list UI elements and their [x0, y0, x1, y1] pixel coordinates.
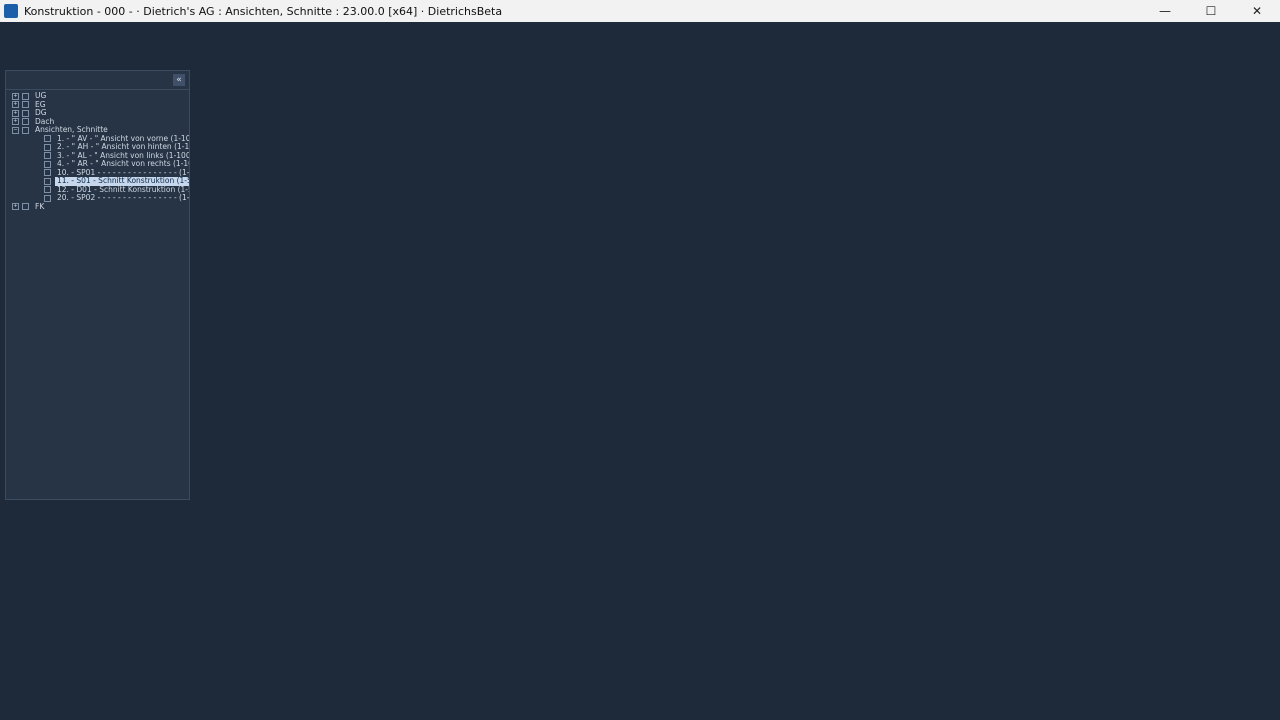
- tree-item[interactable]: − Ansichten, Schnitte: [6, 126, 189, 135]
- model-tree: + UG + EG + DG + Dach − Ansichten, Schnitte 1. - "…: [6, 90, 189, 211]
- tree-visibility-checkbox[interactable]: [22, 92, 29, 100]
- tree-expander[interactable]: +: [12, 118, 19, 126]
- tree-item[interactable]: 12. - D01 - Schnitt Konstruktion (1-50): [6, 186, 189, 195]
- tree-item-label: 10. - SP01 - - - - - - - - - - - - - - -…: [57, 168, 189, 177]
- window-title: Konstruktion - 000 - · Dietrich's AG : A…: [24, 4, 503, 18]
- tree-expander[interactable]: +: [12, 92, 19, 100]
- tree-item-label: UG: [35, 92, 47, 100]
- tree-visibility-checkbox[interactable]: [44, 135, 51, 143]
- tree-item[interactable]: 11. - S01 - Schnitt Konstruktion (1-50): [6, 177, 189, 186]
- tree-visibility-checkbox[interactable]: [22, 203, 29, 211]
- tree-item-label: 2. - " AH - " Ansicht von hinten (1-100): [57, 143, 189, 151]
- tree-item[interactable]: 3. - " AL - " Ansicht von links (1-100): [6, 152, 189, 161]
- model-tree-panel: « + UG + EG + DG + Dach − Ansichten, Schnitte 1. -…: [5, 70, 190, 500]
- tree-item-label: 12. - D01 - Schnitt Konstruktion (1-50): [57, 185, 189, 194]
- tree-item[interactable]: + EG: [6, 101, 189, 110]
- tree-expander[interactable]: +: [12, 109, 19, 117]
- tree-item-label: 1. - " AV - " Ansicht von vorne (1-100): [57, 134, 189, 143]
- tree-item[interactable]: 4. - " AR - " Ansicht von rechts (1-100): [6, 160, 189, 169]
- tree-item-label: EG: [35, 100, 46, 109]
- tree-expander[interactable]: +: [12, 101, 19, 109]
- tree-item-label: Ansichten, Schnitte: [35, 126, 108, 134]
- tree-item[interactable]: + FK: [6, 203, 189, 212]
- tree-item-label: 11. - S01 - Schnitt Konstruktion (1-50): [55, 177, 189, 186]
- tree-visibility-checkbox[interactable]: [44, 177, 51, 185]
- tree-item-label: FK: [35, 202, 45, 211]
- tree-item-label: 3. - " AL - " Ansicht von links (1-100): [57, 151, 189, 160]
- tree-item[interactable]: 10. - SP01 - - - - - - - - - - - - - - -…: [6, 169, 189, 178]
- tree-item[interactable]: + DG: [6, 109, 189, 118]
- maximize-button[interactable]: ☐: [1188, 0, 1234, 22]
- tree-item[interactable]: 20. - SP02 - - - - - - - - - - - - - - -…: [6, 194, 189, 203]
- tree-visibility-checkbox[interactable]: [44, 152, 51, 160]
- tree-visibility-checkbox[interactable]: [44, 186, 51, 194]
- tree-visibility-checkbox[interactable]: [44, 160, 51, 168]
- tree-expander[interactable]: −: [12, 126, 19, 134]
- tree-item-label: Dach: [35, 117, 55, 126]
- app-icon: [4, 4, 18, 18]
- window-titlebar: Konstruktion - 000 - · Dietrich's AG : A…: [0, 0, 1280, 22]
- collapse-panel-button[interactable]: «: [173, 74, 185, 86]
- minimize-button[interactable]: —: [1142, 0, 1188, 22]
- tree-visibility-checkbox[interactable]: [22, 109, 29, 117]
- tree-item-label: 20. - SP02 - - - - - - - - - - - - - - -…: [57, 194, 189, 202]
- panel-header: «: [6, 71, 189, 90]
- tree-item-label: DG: [35, 109, 47, 117]
- tree-visibility-checkbox[interactable]: [44, 143, 51, 151]
- tree-item[interactable]: 1. - " AV - " Ansicht von vorne (1-100): [6, 135, 189, 144]
- tree-visibility-checkbox[interactable]: [22, 118, 29, 126]
- tree-visibility-checkbox[interactable]: [22, 101, 29, 109]
- tree-item[interactable]: + Dach: [6, 118, 189, 127]
- tree-visibility-checkbox[interactable]: [22, 126, 29, 134]
- tree-visibility-checkbox[interactable]: [44, 169, 51, 177]
- close-button[interactable]: ✕: [1234, 0, 1280, 22]
- tree-item-label: 4. - " AR - " Ansicht von rechts (1-100): [57, 160, 189, 168]
- tree-item[interactable]: 2. - " AH - " Ansicht von hinten (1-100): [6, 143, 189, 152]
- tree-expander[interactable]: +: [12, 203, 19, 211]
- tree-item[interactable]: + UG: [6, 92, 189, 101]
- tree-visibility-checkbox[interactable]: [44, 194, 51, 202]
